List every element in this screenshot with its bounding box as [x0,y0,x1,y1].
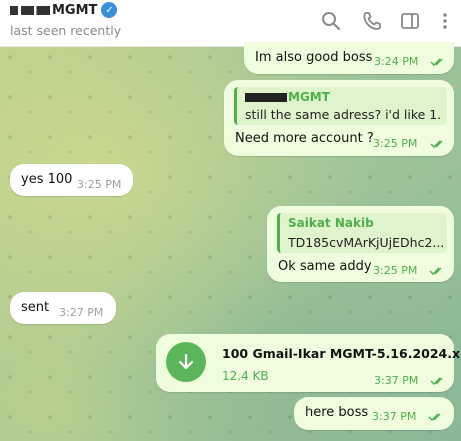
redacted-name [10,5,50,15]
reply-author: MGMT [245,90,330,104]
reply-text: TD185cvMArKjUjEDhc2... [288,235,443,250]
read-checkmarks-icon [430,377,443,385]
file-message-bubble[interactable]: 100 Gmail-Ikar MGMT-5.16.2024.xlsx 12.4 … [156,334,461,392]
read-checkmarks-icon [429,267,442,275]
message-time: 3:37 PM [374,374,419,387]
search-icon[interactable] [320,10,342,32]
read-checkmarks-icon [430,58,443,66]
message-time: 3:24 PM [374,55,419,68]
message-time: 3:25 PM [373,264,418,277]
message-text: sent [21,300,50,315]
chat-title[interactable]: MGMT ✓ [10,2,118,18]
last-seen-status: last seen recently [10,23,122,38]
reply-author: Saikat Nakib [288,216,374,230]
read-checkmarks-icon [430,140,443,148]
message-bubble[interactable]: Saikat Nakib TD185cvMArKjUjEDhc2... Ok s… [267,206,454,282]
file-name[interactable]: 100 Gmail-Ikar MGMT-5.16.2024.xlsx [222,346,461,361]
message-text: yes 100 [21,172,73,187]
message-text: here boss [305,405,369,420]
message-text: Im also good boss [255,50,373,65]
read-checkmarks-icon [428,413,441,421]
sidebar-toggle-icon[interactable] [399,10,421,32]
chat-header: MGMT ✓ last seen recently [0,0,461,47]
message-bubble[interactable]: here boss 3:37 PM [294,397,454,430]
message-text: Ok same addy [278,259,372,274]
more-vertical-icon[interactable] [434,10,456,32]
message-bubble[interactable]: Im also good boss 3:24 PM [244,42,454,74]
message-bubble[interactable]: sent 3:27 PM [10,292,116,324]
chat-title-text: MGMT [52,2,98,18]
reply-quote[interactable]: MGMT still the same adress? i'd like 1..… [234,87,447,125]
phone-icon[interactable] [361,10,383,32]
redacted-name [245,93,287,102]
message-time: 3:37 PM [372,410,417,423]
message-time: 3:25 PM [77,178,122,191]
message-time: 3:25 PM [373,137,418,150]
message-text: Need more account ? [235,131,374,146]
message-bubble[interactable]: MGMT still the same adress? i'd like 1..… [224,80,454,156]
file-size: 12.4 KB [222,369,269,383]
download-icon[interactable] [166,342,206,382]
reply-text: still the same adress? i'd like 1... [245,107,441,122]
message-bubble[interactable]: yes 100 3:25 PM [10,164,133,196]
reply-quote[interactable]: Saikat Nakib TD185cvMArKjUjEDhc2... [277,213,447,253]
message-time: 3:27 PM [59,306,104,319]
verified-icon: ✓ [101,2,118,18]
